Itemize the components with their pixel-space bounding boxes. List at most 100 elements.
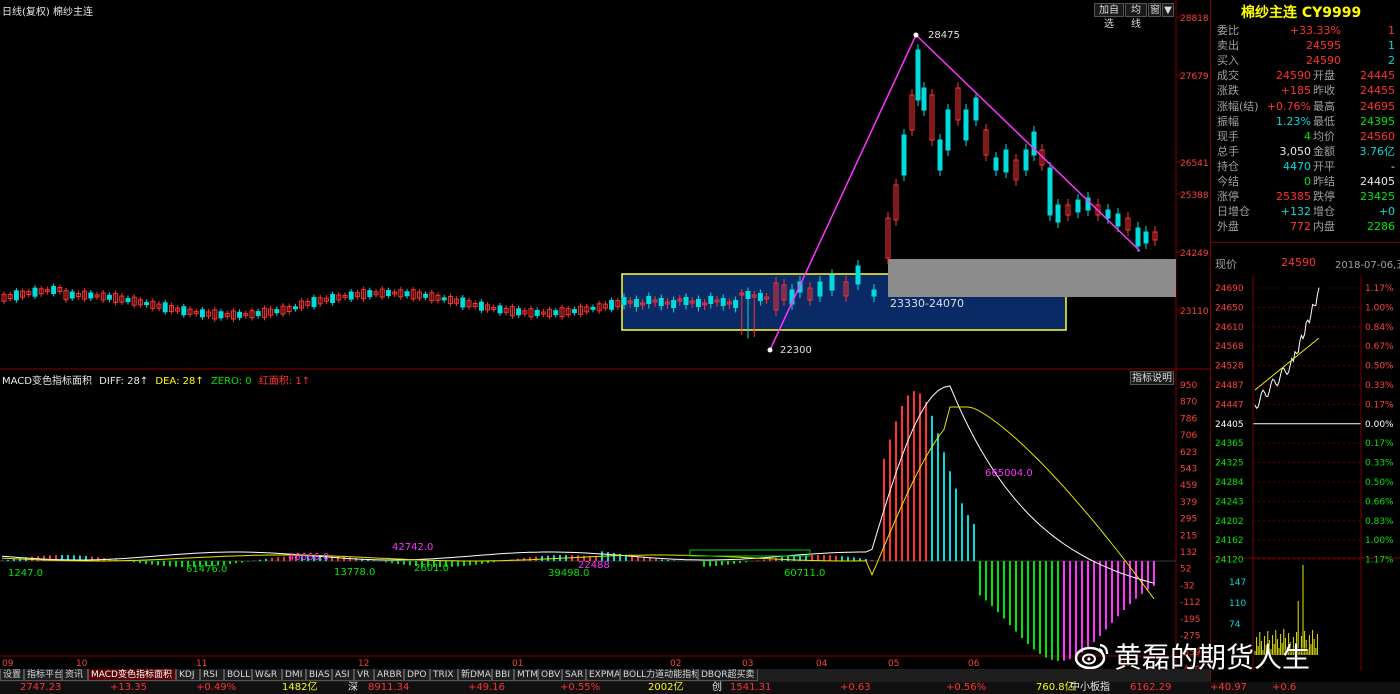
- tab-0[interactable]: 设置: [0, 669, 24, 681]
- macd-axis-label: 543: [1180, 465, 1197, 475]
- candle-body: [144, 302, 150, 306]
- quote-value: 24455: [1360, 84, 1395, 98]
- quote-row: 涨跌 +185 昨收 24455: [1215, 83, 1397, 98]
- tab-12[interactable]: ARBR: [374, 669, 404, 681]
- candle-body: [855, 265, 861, 285]
- tab-16[interactable]: BBI: [492, 669, 514, 681]
- resistance-zone: [888, 259, 1176, 297]
- tab-18[interactable]: OBV: [538, 669, 562, 681]
- candle-body: [1055, 204, 1061, 223]
- tab-8[interactable]: DMI: [282, 669, 306, 681]
- price-tick-label: 23110: [1180, 307, 1209, 317]
- tab-15[interactable]: 新DMA: [458, 669, 492, 681]
- box-range-label: 23330-24070: [890, 297, 964, 310]
- tab-13[interactable]: DPO: [404, 669, 430, 681]
- quote-value: 3,050: [1279, 144, 1312, 158]
- candle-body: [937, 139, 943, 171]
- quote-value: 1: [1388, 24, 1395, 37]
- price-tick-label: 26541: [1180, 159, 1209, 169]
- candle-body: [817, 281, 823, 297]
- candle-body: [921, 87, 927, 111]
- tab-3[interactable]: MACD变色指标面积: [88, 669, 176, 681]
- status-item: +0.56%: [946, 682, 987, 693]
- tab-17[interactable]: MTM: [514, 669, 538, 681]
- quote-label: 成交: [1217, 69, 1239, 83]
- candle-body: [125, 298, 131, 303]
- intraday-pct-label: 1.17%: [1365, 284, 1394, 294]
- tab-7[interactable]: W&R: [252, 669, 282, 681]
- candle-body: [162, 302, 168, 313]
- status-item: 760.8亿: [1036, 682, 1075, 693]
- tab-5[interactable]: RSI: [200, 669, 224, 681]
- tab-1[interactable]: 指标平台: [24, 669, 62, 681]
- tab-2[interactable]: 资讯: [62, 669, 88, 681]
- macd-axis-label: -32: [1180, 581, 1195, 591]
- candle-body: [621, 297, 627, 305]
- candle-body: [69, 291, 75, 299]
- quote-label: 买入: [1217, 54, 1239, 68]
- candle-body: [274, 309, 280, 314]
- tab-14[interactable]: TRIX: [430, 669, 458, 681]
- high-label: 28475: [928, 30, 960, 41]
- tab-22[interactable]: DBQR超买卖: [698, 669, 758, 681]
- quote-row: 现手 4 均价 24560: [1215, 129, 1397, 144]
- quote-value: 24595: [1306, 39, 1341, 53]
- tab-4[interactable]: KDJ: [176, 669, 200, 681]
- month-label: 02: [670, 659, 681, 669]
- indicator-tabs: 设置 指标平台 资讯 MACD变色指标面积 KDJ RSI BOLL W&R DMI BIAS AS…: [0, 669, 1210, 682]
- low-marker: [767, 347, 773, 353]
- status-item: +40.97: [1210, 682, 1248, 693]
- price-tick-label: 25388: [1180, 191, 1209, 201]
- quote-label: 最高: [1313, 99, 1335, 113]
- status-item: +0.63: [840, 682, 871, 693]
- intraday-pct-label: 0.17%: [1365, 439, 1394, 449]
- intraday-price-label: 24650: [1215, 303, 1244, 313]
- macd-histogram: [1, 391, 1155, 661]
- quote-row: 涨幅(结) +0.76% 最高 24695: [1215, 99, 1397, 114]
- intraday-price-label: 24528: [1215, 362, 1244, 372]
- quote-value: 2: [1388, 54, 1395, 68]
- intraday-price-label: 24162: [1215, 536, 1244, 546]
- tab-6[interactable]: BOLL: [224, 669, 252, 681]
- date-axis: 09 10 11 12 01 02 03 04 05 06 07: [2, 659, 1131, 669]
- status-item: +0.49%: [196, 682, 237, 693]
- candle-body: [51, 285, 57, 294]
- price-tick-label: 24249: [1180, 249, 1209, 259]
- macd-axis-label: 950: [1180, 381, 1197, 391]
- candle-body: [915, 49, 921, 101]
- tab-19[interactable]: SAR: [562, 669, 586, 681]
- indicator-title: MACD变色指标面积: [2, 376, 92, 387]
- area-label: 13778.0: [334, 567, 375, 578]
- quote-label: 金额: [1313, 144, 1335, 158]
- tab-10[interactable]: ASI: [332, 669, 354, 681]
- quote-value: 24395: [1360, 114, 1395, 128]
- tab-20[interactable]: EXPMA: [586, 669, 620, 681]
- last-price-value: 24590: [1281, 256, 1316, 269]
- tab-9[interactable]: BIAS: [306, 669, 332, 681]
- candle-body: [367, 290, 373, 298]
- status-item: +0.55%: [560, 682, 601, 693]
- indicator-help-button[interactable]: 指标说明: [1130, 371, 1174, 385]
- intraday-chart[interactable]: 24690 1.17% 24650 1.00% 24610 0.84% 24568 0.67%…: [1211, 275, 1400, 670]
- tab-21[interactable]: BOLL力道动能指标: [620, 669, 698, 681]
- quote-row: 涨停 25385 跌停 23425: [1215, 189, 1397, 204]
- tab-11[interactable]: VR: [354, 669, 374, 681]
- macd-axis-label: -195: [1180, 615, 1200, 625]
- status-item: 深: [348, 682, 358, 693]
- candle-body: [423, 293, 429, 298]
- watermark-text: 黄磊的期货人生: [1114, 641, 1311, 674]
- diff-line: [1, 385, 1155, 584]
- quote-row: 外盘 772 内盘 2286: [1215, 219, 1397, 234]
- quote-value: 0: [1304, 175, 1311, 188]
- status-item: 2002亿: [648, 682, 684, 693]
- candle-body: [671, 300, 677, 308]
- intraday-pct-label: 0.17%: [1365, 400, 1394, 410]
- main-chart-area[interactable]: 日线(复权) 棉纱主连 加自选 均线 窗 ▼ 28818 27679 26541 25…: [0, 0, 1210, 694]
- macd-axis-label: 132: [1180, 548, 1197, 558]
- macd-axis-label: 623: [1180, 448, 1197, 458]
- quote-title: 棉纱主连 CY9999: [1241, 5, 1362, 21]
- quote-label: 委比: [1217, 24, 1239, 37]
- volume-axis-label: 110: [1229, 599, 1246, 609]
- status-item: 1541.31: [730, 682, 772, 693]
- quote-value: +0.76%: [1266, 99, 1311, 113]
